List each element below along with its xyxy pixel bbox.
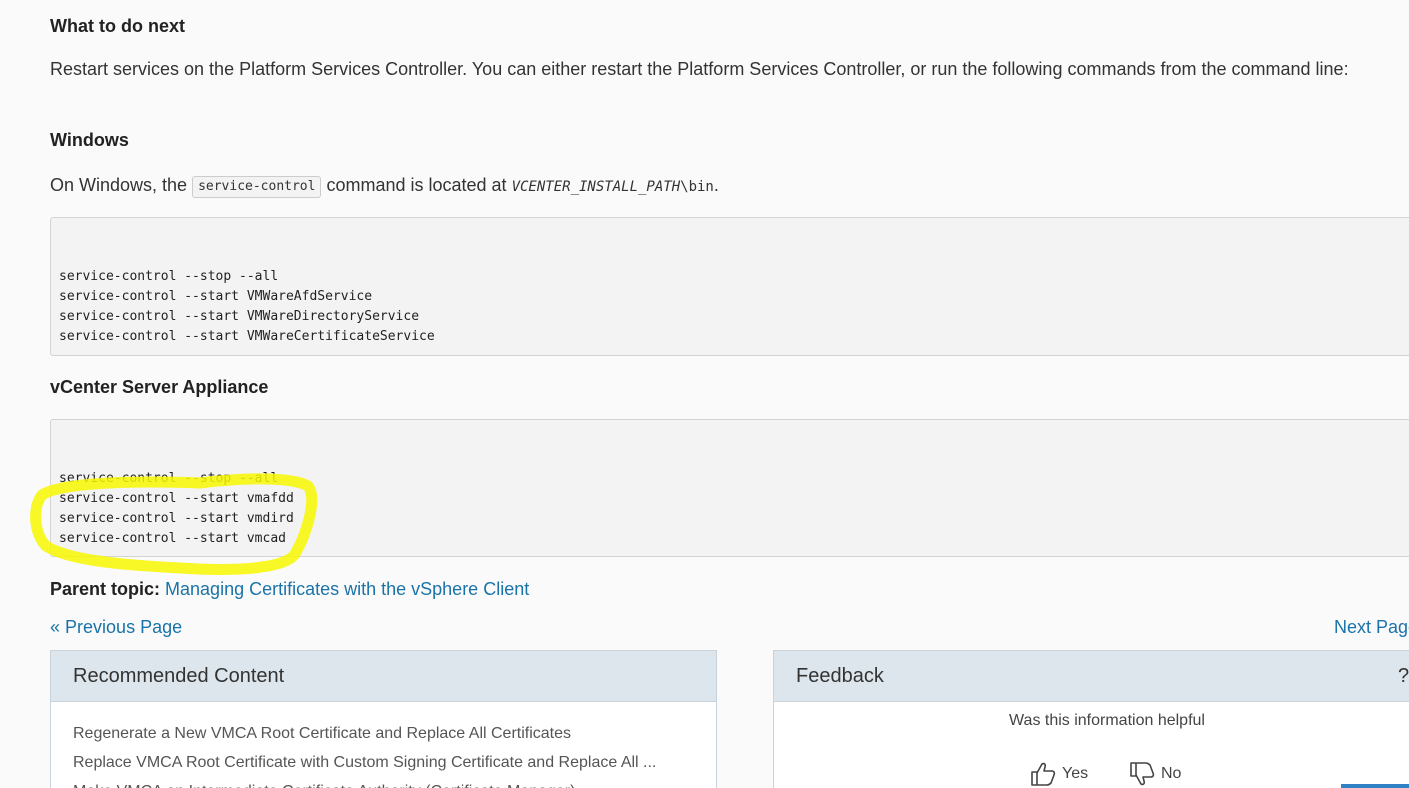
previous-page-link[interactable]: « Previous Page bbox=[50, 615, 182, 639]
recommended-content-panel: Recommended Content Regenerate a New VMC… bbox=[50, 650, 717, 788]
code-line: service-control --stop --all bbox=[59, 471, 279, 486]
code-line: service-control --stop --all bbox=[59, 269, 279, 284]
vcenter-appliance-heading: vCenter Server Appliance bbox=[50, 377, 269, 397]
recommended-item[interactable]: Make VMCA an Intermediate Certificate Au… bbox=[73, 777, 694, 788]
recommended-item[interactable]: Regenerate a New VMCA Root Certificate a… bbox=[73, 719, 694, 748]
recommended-item[interactable]: Replace VMCA Root Certificate with Custo… bbox=[73, 748, 694, 777]
feedback-yes-button[interactable]: Yes bbox=[1030, 762, 1088, 786]
code-line: service-control --start vmafdd bbox=[59, 491, 294, 506]
thumbs-down-icon bbox=[1130, 762, 1155, 786]
feedback-question: Was this information helpful bbox=[1009, 712, 1205, 729]
code-line: service-control --start VMWareDirectoryS… bbox=[59, 309, 420, 324]
feedback-yes-label: Yes bbox=[1062, 765, 1089, 782]
double-chevron-left-icon: « bbox=[50, 617, 61, 637]
parent-topic-link[interactable]: Managing Certificates with the vSphere C… bbox=[165, 579, 529, 599]
feedback-no-button[interactable]: No bbox=[1129, 762, 1181, 786]
windows-text-before: On Windows, the bbox=[50, 175, 193, 195]
feedback-header: Feedback? bbox=[774, 651, 1409, 702]
feedback-panel: Feedback? Was this information helpful Y… bbox=[773, 650, 1409, 788]
windows-heading: Windows bbox=[50, 130, 129, 150]
next-page-label: Next Page bbox=[1334, 617, 1409, 637]
recommended-content-title: Recommended Content bbox=[51, 651, 716, 702]
windows-code-block[interactable]: service-control --stop --all service-cont… bbox=[50, 217, 1409, 356]
restart-services-paragraph: Restart services on the Platform Service… bbox=[50, 59, 1349, 79]
code-line: service-control --start vmdird bbox=[59, 511, 294, 526]
what-to-do-next-heading: What to do next bbox=[50, 16, 185, 36]
documentation-page: What to do next Restart services on the … bbox=[0, 0, 1409, 788]
install-path-suffix: \bin bbox=[680, 179, 714, 195]
code-line: service-control --start VMWareAfdService bbox=[59, 289, 373, 304]
help-icon[interactable]: ? bbox=[1398, 651, 1409, 701]
windows-text-middle: command is located at bbox=[321, 175, 512, 195]
parent-topic-label: Parent topic: bbox=[50, 579, 161, 599]
windows-text-end: . bbox=[713, 175, 719, 195]
next-page-link[interactable]: Next Page bbox=[1334, 615, 1409, 639]
code-line: service-control --start vmcad bbox=[59, 531, 286, 546]
inline-code-service-control: service-control bbox=[192, 176, 322, 198]
thumbs-up-icon bbox=[1031, 762, 1056, 786]
windows-location-text: On Windows, the service-control command … bbox=[50, 173, 719, 199]
feedback-no-label: No bbox=[1161, 765, 1182, 782]
previous-page-label: Previous Page bbox=[65, 617, 183, 637]
parent-topic: Parent topic: Managing Certificates with… bbox=[50, 577, 529, 601]
vcsa-code-block[interactable]: service-control --stop --all service-cont… bbox=[50, 419, 1409, 557]
install-path-variable: VCENTER_INSTALL_PATH bbox=[511, 179, 681, 195]
recommended-list: Regenerate a New VMCA Root Certificate a… bbox=[51, 702, 716, 788]
accent-bar bbox=[1341, 784, 1409, 788]
feedback-title: Feedback bbox=[796, 665, 884, 687]
code-line: service-control --start VMWareCertificat… bbox=[59, 329, 435, 344]
